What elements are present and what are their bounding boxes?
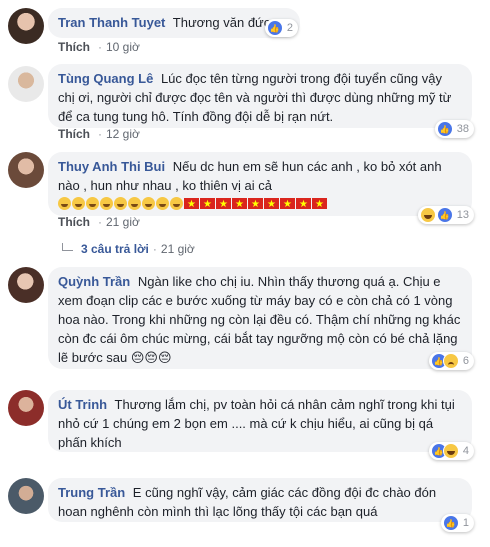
haha-reaction-icon (442, 443, 459, 459)
reaction-count: 13 (456, 209, 469, 221)
avatar[interactable] (8, 390, 44, 426)
comment-actions: Thích · 10 giờ (58, 40, 140, 54)
avatar[interactable] (8, 267, 44, 303)
commenter-name[interactable]: Quỳnh Trần (58, 274, 130, 289)
commenter-name[interactable]: Út Trinh (58, 397, 107, 412)
commenter-name[interactable]: Tran Thanh Tuyet (58, 15, 165, 30)
vietnam-flag-icon (184, 195, 199, 214)
emoji-row (58, 195, 462, 214)
reaction-count: 38 (456, 123, 469, 135)
like-button[interactable]: Thích (58, 40, 90, 54)
reaction-summary[interactable]: 👍 1 (440, 514, 474, 532)
comment-time[interactable]: 21 giờ (106, 215, 140, 229)
comment-text: Thương lắm chị, pv toàn hỏi cá nhân cảm … (58, 397, 455, 450)
vietnam-flag-icon (296, 195, 311, 214)
commenter-name[interactable]: Thuy Anh Thi Bui (58, 159, 165, 174)
comment-time[interactable]: 12 giờ (106, 127, 140, 141)
reaction-summary[interactable]: 👍 13 (417, 206, 474, 224)
vietnam-flag-icon (312, 195, 327, 214)
comment-bubble: Thuy Anh Thi Bui Nếu dc hun em sẽ hun cá… (48, 152, 472, 216)
avatar[interactable] (8, 8, 44, 44)
laughing-emoji-icon (58, 197, 71, 210)
comment-bubble: Út Trinh Thương lắm chị, pv toàn hỏi cá … (48, 390, 472, 452)
vietnam-flag-icon (264, 195, 279, 214)
like-button[interactable]: Thích (58, 127, 90, 141)
reaction-summary[interactable]: 👍 38 (434, 120, 474, 138)
avatar[interactable] (8, 478, 44, 514)
like-reaction-icon: 👍 (436, 121, 453, 137)
separator-dot: · (152, 242, 157, 256)
separator-dot: · (98, 40, 102, 54)
replies-time[interactable]: 21 giờ (161, 242, 195, 256)
comment-bubble: Tùng Quang Lê Lúc đọc tên từng người tro… (48, 64, 472, 128)
comment-bubble: Trung Trần E cũng nghĩ vậy, cảm giác các… (48, 478, 472, 522)
reaction-summary[interactable]: 👍 2 (264, 19, 298, 37)
separator-dot: · (98, 215, 102, 229)
laughing-emoji-icon (86, 197, 99, 210)
commenter-name[interactable]: Tùng Quang Lê (58, 71, 153, 86)
avatar[interactable] (8, 152, 44, 188)
laughing-emoji-icon (100, 197, 113, 210)
kissing-emoji-icon (170, 197, 183, 210)
kissing-emoji-icon (156, 197, 169, 210)
laughing-emoji-icon (72, 197, 85, 210)
reaction-summary[interactable]: 👍 6 (428, 352, 474, 370)
like-reaction-icon: 👍 (436, 207, 453, 223)
avatar[interactable] (8, 66, 44, 102)
view-replies-link[interactable]: 3 câu trả lời (81, 242, 149, 256)
comment-text: Thương văn đức (172, 15, 271, 30)
sad-reaction-icon (442, 353, 459, 369)
haha-reaction-icon (419, 207, 436, 223)
comment-bubble: Quỳnh Trần Ngàn like cho chị iu. Nhìn th… (48, 267, 472, 369)
commenter-name[interactable]: Trung Trần (58, 485, 125, 500)
vietnam-flag-icon (216, 195, 231, 214)
replies-row: 3 câu trả lời · 21 giờ (62, 242, 195, 256)
comment-actions: Thích · 21 giờ (58, 215, 140, 229)
reaction-count: 6 (462, 355, 469, 367)
vietnam-flag-icon (280, 195, 295, 214)
vietnam-flag-icon (200, 195, 215, 214)
comment-time[interactable]: 10 giờ (106, 40, 140, 54)
like-reaction-icon: 👍 (442, 515, 459, 531)
comment-bubble: Tran Thanh Tuyet Thương văn đức (48, 8, 300, 38)
laughing-emoji-icon (114, 197, 127, 210)
comment-actions: Thích · 12 giờ (58, 127, 140, 141)
like-reaction-icon: 👍 (266, 20, 283, 36)
reaction-count: 1 (462, 517, 469, 529)
reaction-count: 4 (462, 445, 469, 457)
laughing-emoji-icon (128, 197, 141, 210)
reply-arrow-icon (62, 243, 73, 251)
reaction-summary[interactable]: 👍 4 (428, 442, 474, 460)
kissing-emoji-icon (142, 197, 155, 210)
like-button[interactable]: Thích (58, 215, 90, 229)
reaction-count: 2 (286, 22, 293, 34)
vietnam-flag-icon (248, 195, 263, 214)
vietnam-flag-icon (232, 195, 247, 214)
separator-dot: · (98, 127, 102, 141)
